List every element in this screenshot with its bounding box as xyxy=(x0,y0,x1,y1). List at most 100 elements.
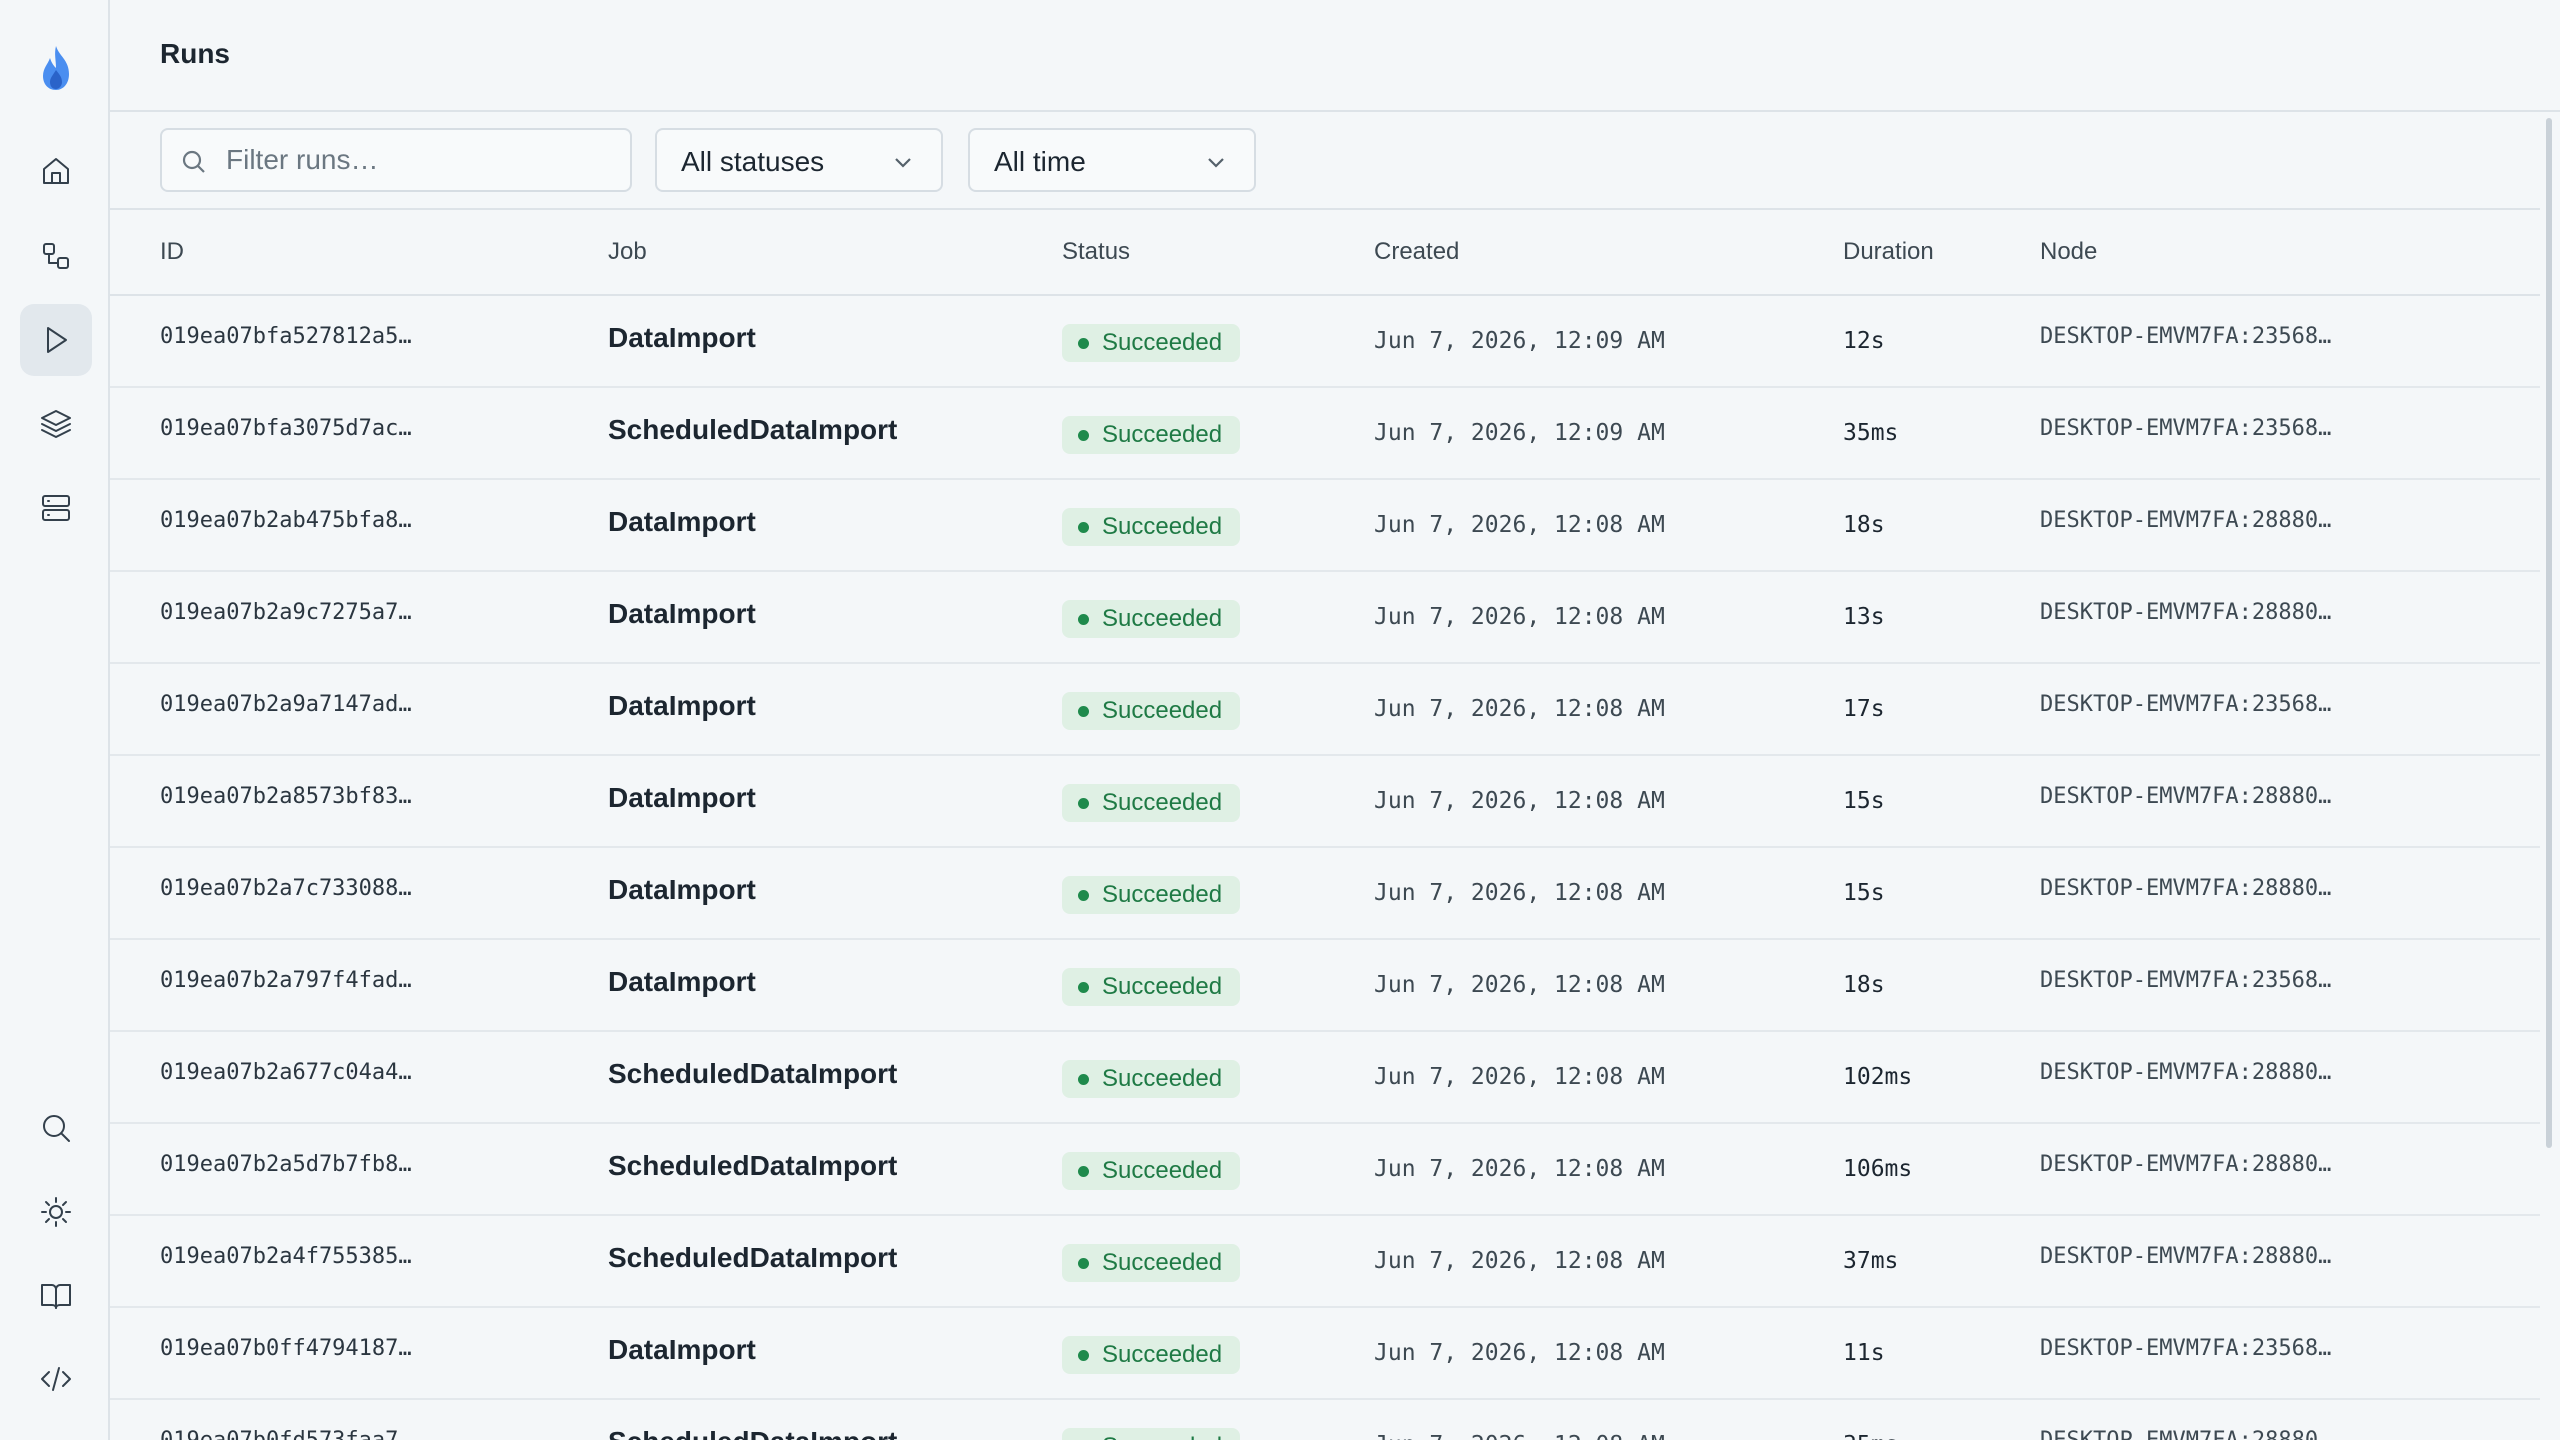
flame-logo-icon[interactable] xyxy=(35,44,77,92)
status-badge: Succeeded xyxy=(1062,600,1241,638)
created-time: Jun 7, 2026, 12:09 AM xyxy=(1374,328,1665,354)
status-badge: Succeeded xyxy=(1062,1152,1241,1190)
status-badge: Succeeded xyxy=(1062,784,1241,822)
duration: 15s xyxy=(1843,788,1885,814)
job-name[interactable]: DataImport xyxy=(608,1334,756,1366)
node-name: DESKTOP-EMVM7FA:28880… xyxy=(2040,784,2332,809)
run-id[interactable]: 019ea07b2ab475bfa8… xyxy=(160,508,412,533)
layers-icon xyxy=(41,410,71,438)
play-icon xyxy=(47,327,67,353)
run-id[interactable]: 019ea07b0ff4794187… xyxy=(160,1336,412,1361)
node-name: DESKTOP-EMVM7FA:28880… xyxy=(2040,600,2332,625)
code-icon xyxy=(41,1367,71,1391)
run-id[interactable]: 019ea07b2a7c733088… xyxy=(160,876,412,901)
sidebar-item-jobs[interactable] xyxy=(20,220,92,292)
table-row[interactable]: 019ea07b2a797f4fad… DataImport Succeeded Ju… xyxy=(110,940,2540,1032)
sidebar-item-runs[interactable] xyxy=(20,304,92,376)
status-filter-select[interactable]: All statuses xyxy=(655,128,943,192)
theme-toggle-button[interactable] xyxy=(20,1176,92,1248)
chevron-down-icon xyxy=(895,158,911,168)
job-name[interactable]: ScheduledDataImport xyxy=(608,1426,897,1440)
duration: 37ms xyxy=(1843,1248,1899,1274)
run-id[interactable]: 019ea07b2a9c7275a7… xyxy=(160,600,412,625)
sun-icon xyxy=(41,1197,71,1227)
scrollbar[interactable] xyxy=(2540,112,2560,1440)
job-name[interactable]: ScheduledDataImport xyxy=(608,414,897,446)
created-time: Jun 7, 2026, 12:08 AM xyxy=(1374,696,1665,722)
column-header-status[interactable]: Status xyxy=(1062,238,1130,266)
run-id[interactable]: 019ea07b2a8573bf83… xyxy=(160,784,412,809)
table-row[interactable]: 019ea07b0ff4794187… DataImport Succeeded Ju… xyxy=(110,1308,2540,1400)
column-header-duration[interactable]: Duration xyxy=(1843,238,1934,266)
status-badge: Succeeded xyxy=(1062,1336,1241,1374)
node-name: DESKTOP-EMVM7FA:28880… xyxy=(2040,1428,2331,1440)
duration: 106ms xyxy=(1843,1156,1913,1182)
filter-runs-input[interactable] xyxy=(226,140,606,180)
sidebar-item-home[interactable] xyxy=(20,135,92,207)
run-id[interactable]: 019ea07b2a5d7b7fb8… xyxy=(160,1152,412,1177)
created-time: Jun 7, 2026, 12:08 AM xyxy=(1374,1064,1665,1090)
table-row[interactable]: 019ea07b2a8573bf83… DataImport Succeeded Ju… xyxy=(110,756,2540,848)
filter-search-box[interactable] xyxy=(160,128,632,192)
run-id[interactable]: 019ea07b2a4f755385… xyxy=(160,1244,412,1269)
job-name[interactable]: DataImport xyxy=(608,782,756,814)
node-name: DESKTOP-EMVM7FA:28880… xyxy=(2040,1244,2332,1269)
home-icon xyxy=(43,158,69,184)
sidebar-item-servers[interactable] xyxy=(20,472,92,544)
status-badge: Succeeded xyxy=(1062,1060,1241,1098)
job-name[interactable]: ScheduledDataImport xyxy=(608,1058,897,1090)
job-name[interactable]: DataImport xyxy=(608,966,756,998)
job-name[interactable]: DataImport xyxy=(608,322,756,354)
filter-toolbar: All statuses All time xyxy=(110,112,2540,210)
search-icon xyxy=(43,1115,70,1142)
node-name: DESKTOP-EMVM7FA:23568… xyxy=(2040,324,2332,349)
run-id[interactable]: 019ea07b2a677c04a4… xyxy=(160,1060,412,1085)
run-id[interactable]: 019ea07b0fd573faa7… xyxy=(160,1428,412,1440)
created-time: Jun 7, 2026, 12:08 AM xyxy=(1374,512,1665,538)
duration: 17s xyxy=(1843,696,1885,722)
column-header-id[interactable]: ID xyxy=(160,238,184,266)
time-filter-select[interactable]: All time xyxy=(968,128,1256,192)
run-id[interactable]: 019ea07bfa527812a5… xyxy=(160,324,412,349)
table-row[interactable]: 019ea07bfa3075d7ac… ScheduledDataImport Su… xyxy=(110,388,2540,480)
created-time: Jun 7, 2026, 12:08 AM xyxy=(1374,972,1665,998)
table-row[interactable]: 019ea07b2a7c733088… DataImport Succeeded Ju… xyxy=(110,848,2540,940)
job-name[interactable]: DataImport xyxy=(608,874,756,906)
node-name: DESKTOP-EMVM7FA:28880… xyxy=(2040,1060,2332,1085)
status-badge: Succeeded xyxy=(1062,876,1241,914)
table-row[interactable]: 019ea07b2ab475bfa8… DataImport Succeeded Ju… xyxy=(110,480,2540,572)
column-header-node[interactable]: Node xyxy=(2040,238,2097,266)
duration: 18s xyxy=(1843,512,1885,538)
run-id[interactable]: 019ea07b2a797f4fad… xyxy=(160,968,412,993)
api-button[interactable] xyxy=(20,1343,92,1415)
run-id[interactable]: 019ea07bfa3075d7ac… xyxy=(160,416,412,441)
table-row[interactable]: 019ea07b2a9c7275a7… DataImport Succeeded Ju… xyxy=(110,572,2540,664)
created-time: Jun 7, 2026, 12:08 AM xyxy=(1374,1156,1665,1182)
table-header: ID Job Status Created Duration Node xyxy=(110,210,2540,296)
job-name[interactable]: ScheduledDataImport xyxy=(608,1150,897,1182)
table-row[interactable]: 019ea07bfa527812a5… DataImport Succeeded Ju… xyxy=(110,296,2540,388)
status-badge: Succeeded xyxy=(1062,1428,1241,1440)
job-name[interactable]: DataImport xyxy=(608,690,756,722)
run-id[interactable]: 019ea07b2a9a7147ad… xyxy=(160,692,412,717)
job-name[interactable]: DataImport xyxy=(608,506,756,538)
sidebar-item-layers[interactable] xyxy=(20,388,92,460)
time-filter-value: All time xyxy=(994,146,1086,177)
scrollbar-thumb[interactable] xyxy=(2546,118,2552,1148)
column-header-job[interactable]: Job xyxy=(608,238,647,266)
runs-table: ID Job Status Created Duration Node 019e… xyxy=(110,210,2540,1440)
duration: 18s xyxy=(1843,972,1885,998)
node-name: DESKTOP-EMVM7FA:28880… xyxy=(2040,1152,2332,1177)
sidebar-search-button[interactable] xyxy=(20,1092,92,1164)
table-row[interactable]: 019ea07b2a4f755385… ScheduledDataImport Su… xyxy=(110,1216,2540,1308)
chevron-down-icon xyxy=(1208,158,1224,168)
docs-button[interactable] xyxy=(20,1259,92,1331)
table-row[interactable]: 019ea07b2a9a7147ad… DataImport Succeeded Ju… xyxy=(110,664,2540,756)
column-header-created[interactable]: Created xyxy=(1374,238,1459,266)
table-row[interactable]: 019ea07b2a677c04a4… ScheduledDataImport Su… xyxy=(110,1032,2540,1124)
table-row[interactable]: 019ea07b2a5d7b7fb8… ScheduledDataImport Su… xyxy=(110,1124,2540,1216)
job-name[interactable]: ScheduledDataImport xyxy=(608,1242,897,1274)
job-name[interactable]: DataImport xyxy=(608,598,756,630)
search-icon xyxy=(182,150,205,173)
table-row[interactable]: 019ea07b0fd573faa7… ScheduledDataImport Su… xyxy=(110,1400,2540,1440)
